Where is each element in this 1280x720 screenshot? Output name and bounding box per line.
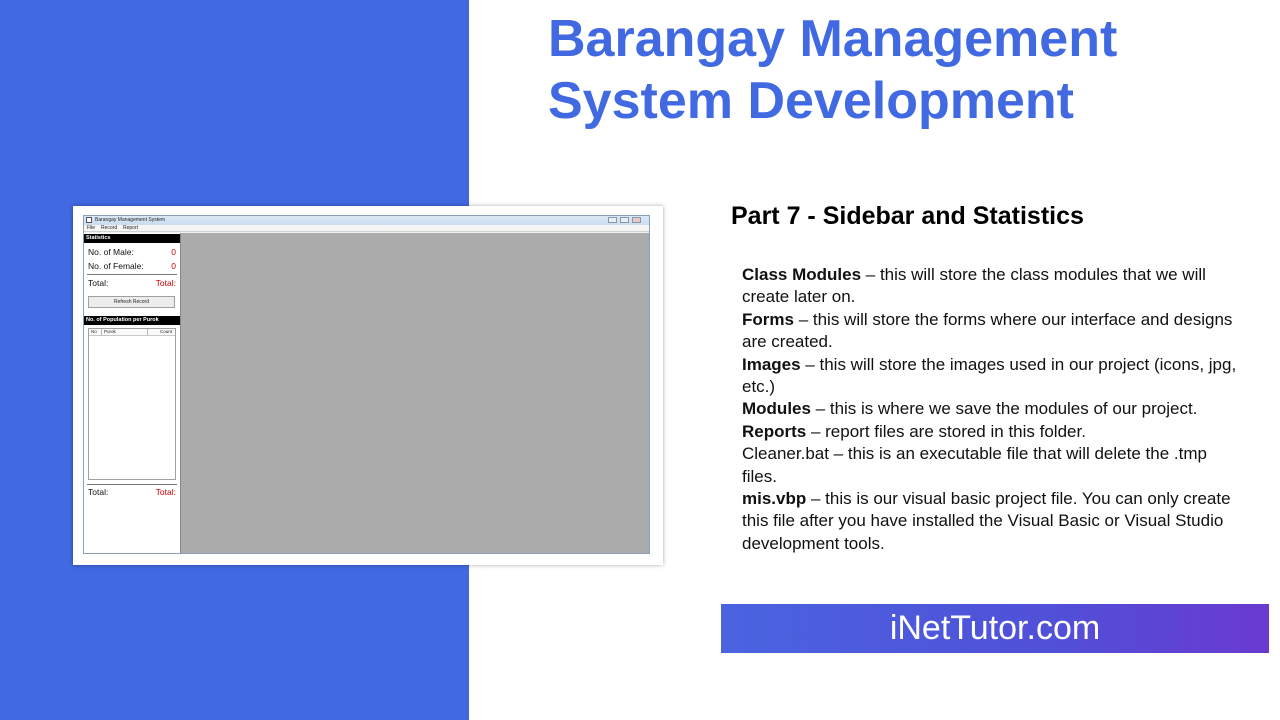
- female-count-row: No. of Female: 0: [88, 261, 176, 271]
- col-purok[interactable]: Purok: [104, 329, 116, 334]
- desc-mis-vbp: mis.vbp – this is our visual basic proje…: [742, 488, 1242, 555]
- population-list[interactable]: No Purok Count: [88, 328, 176, 480]
- menu-bar: File Record Report: [84, 225, 649, 232]
- app-screenshot: Barangay Management System File Record R…: [73, 206, 663, 565]
- population-total-row: Total: Total:: [88, 487, 176, 497]
- column-separator: [147, 329, 148, 336]
- title-line-2: System Development: [548, 72, 1074, 130]
- col-no[interactable]: No: [91, 329, 97, 334]
- population-total-label: Total:: [88, 487, 109, 497]
- male-count-row: No. of Male: 0: [88, 247, 176, 257]
- desc-term: Reports: [742, 421, 807, 441]
- window-title: Barangay Management System: [95, 217, 166, 223]
- divider: [87, 274, 177, 275]
- male-value: 0: [171, 247, 176, 257]
- close-icon[interactable]: [632, 217, 641, 223]
- refresh-record-button[interactable]: Refresh Record: [88, 296, 175, 308]
- list-header: No Purok Count: [89, 329, 175, 336]
- female-label: No. of Female:: [88, 261, 144, 271]
- desc-term: Class Modules: [742, 265, 862, 284]
- slide-subtitle: Part 7 - Sidebar and Statistics: [731, 202, 1084, 230]
- statistics-sidebar: Statistics No. of Male: 0 No. of Female:…: [84, 233, 180, 553]
- desc-text: Cleaner.bat – this is an executable file…: [742, 444, 1207, 486]
- desc-reports: Reports – report files are stored in thi…: [742, 421, 1242, 443]
- desc-forms: Forms – this will store the forms where …: [742, 309, 1242, 354]
- divider: [87, 484, 177, 485]
- mdi-workspace: [180, 233, 649, 553]
- menu-record[interactable]: Record: [101, 225, 117, 231]
- slide-title: Barangay Management System Development: [548, 8, 1248, 132]
- app-window: Barangay Management System File Record R…: [83, 215, 650, 554]
- description-list: Class Modules – this will store the clas…: [742, 264, 1242, 555]
- desc-text: – this is where we save the modules of o…: [810, 399, 1198, 419]
- population-total-value: Total:: [155, 487, 176, 497]
- total-label: Total:: [88, 278, 109, 288]
- desc-modules: Modules – this is where we save the modu…: [742, 398, 1242, 420]
- desc-cleaner: Cleaner.bat – this is an executable file…: [742, 443, 1242, 488]
- desc-images: Images – this will store the images used…: [742, 354, 1242, 399]
- window-titlebar: Barangay Management System: [84, 216, 649, 225]
- desc-class-modules: Class Modules – this will store the clas…: [742, 264, 1242, 309]
- female-value: 0: [171, 261, 176, 271]
- desc-term: Forms: [742, 309, 794, 329]
- desc-term: Modules: [742, 399, 811, 419]
- desc-term: mis.vbp: [742, 489, 807, 509]
- column-separator: [101, 329, 102, 336]
- desc-text: – this will store the forms where our in…: [742, 309, 1233, 352]
- desc-text: – report files are stored in this folder…: [806, 421, 1086, 441]
- total-row: Total: Total:: [88, 278, 176, 288]
- title-line-1: Barangay Management: [548, 10, 1118, 68]
- population-header: No. of Population per Purok: [84, 316, 180, 325]
- desc-text: – this is our visual basic project file.…: [742, 489, 1231, 553]
- male-label: No. of Male:: [88, 247, 134, 257]
- maximize-icon[interactable]: [620, 217, 629, 223]
- col-count[interactable]: Count: [160, 329, 172, 334]
- desc-term: Images: [742, 354, 801, 374]
- menu-report[interactable]: Report: [123, 225, 138, 231]
- total-value: Total:: [155, 278, 176, 288]
- minimize-icon[interactable]: [608, 217, 617, 223]
- statistics-header: Statistics: [84, 234, 180, 243]
- site-banner: iNetTutor.com: [721, 604, 1269, 653]
- menu-file[interactable]: File: [87, 225, 95, 231]
- desc-text: – this will store the images used in our…: [742, 354, 1237, 397]
- app-icon: [86, 217, 92, 223]
- banner-text: iNetTutor.com: [889, 609, 1101, 647]
